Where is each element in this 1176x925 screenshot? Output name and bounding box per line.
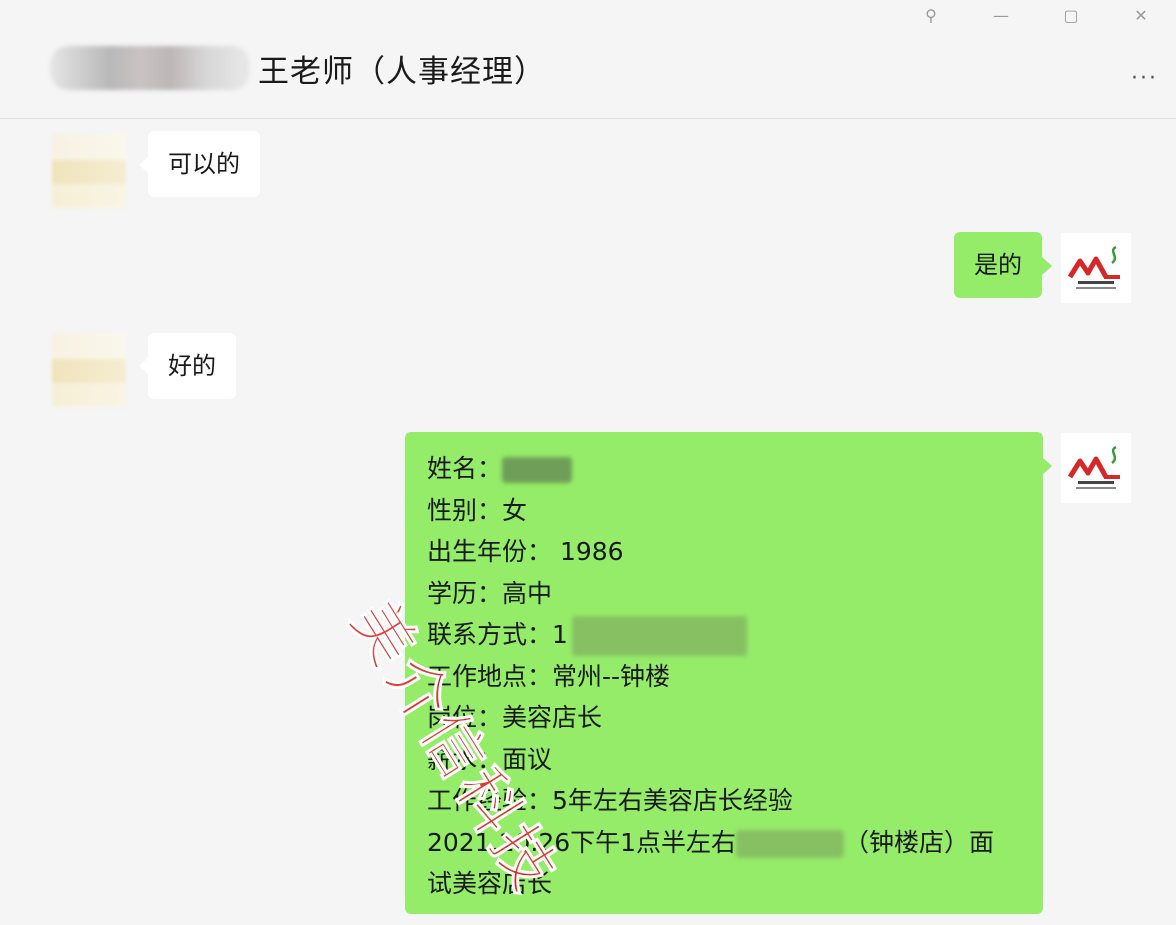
interview-text: 试美容店长	[427, 869, 553, 898]
my-avatar[interactable]	[1061, 233, 1131, 303]
interview-text: 2021.10.26下午1点半左右	[427, 827, 737, 857]
redacted-store-name	[736, 829, 845, 858]
info-value: 5年左右美容店长经验	[552, 786, 793, 815]
info-label: 薪水：	[427, 744, 503, 774]
info-line-name: 姓名：	[427, 448, 1023, 490]
message-bubble-outgoing[interactable]: 是的	[954, 232, 1042, 298]
info-label: 联系方式：	[427, 620, 553, 649]
info-value: 美容店长	[502, 703, 603, 732]
info-value: 面议	[502, 744, 553, 774]
info-line-salary: 薪水：面议	[427, 739, 1023, 781]
info-line-gender: 性别：女	[427, 490, 1023, 532]
company-logo-icon	[1067, 445, 1120, 489]
bubble-tail	[1042, 457, 1052, 475]
message-bubble-incoming[interactable]: 可以的	[148, 131, 260, 197]
info-line-birth-year: 出生年份： 1986	[427, 531, 1023, 573]
info-line-position: 岗位：美容店长	[427, 697, 1023, 739]
message-bubble-incoming[interactable]: 好的	[148, 333, 236, 399]
chat-title-text: 王老师（人事经理）	[258, 53, 546, 90]
chat-window: ⚲ — ▢ ✕ 王老师（人事经理） ··· 可以的 是的 好的 姓名： 性别：女…	[0, 0, 1176, 925]
minimize-icon[interactable]: —	[966, 0, 1036, 30]
interview-text: （钟楼店）面	[844, 827, 995, 857]
info-line-interview-cont: 试美容店长	[427, 863, 1023, 905]
info-value: 1	[552, 620, 568, 649]
info-value: 常州--钟楼	[552, 661, 671, 691]
more-options-icon[interactable]: ···	[1131, 66, 1158, 91]
redacted-group-name	[50, 46, 250, 90]
info-value: 1986	[552, 537, 624, 566]
candidate-info-card[interactable]: 姓名： 性别：女 出生年份： 1986 学历：高中 联系方式：1 工作地点：常州…	[405, 432, 1043, 914]
company-logo-icon	[1067, 245, 1120, 289]
bubble-tail	[1042, 257, 1052, 275]
chat-title: 王老师（人事经理）	[50, 40, 546, 96]
info-line-education: 学历：高中	[427, 573, 1023, 615]
maximize-icon[interactable]: ▢	[1036, 0, 1106, 30]
redacted-name	[502, 457, 573, 483]
info-label: 性别：	[427, 495, 503, 525]
info-line-interview: 2021.10.26下午1点半左右 （钟楼店）面	[427, 822, 1023, 864]
contact-avatar[interactable]	[52, 134, 126, 208]
pin-icon[interactable]: ⚲	[896, 0, 966, 30]
info-label: 工作经验：	[427, 786, 553, 815]
my-avatar[interactable]	[1061, 433, 1131, 503]
info-line-location: 工作地点：常州--钟楼	[427, 656, 1023, 698]
info-value: 高中	[502, 578, 553, 608]
info-label: 学历：	[427, 578, 503, 608]
chat-header: ⚲ — ▢ ✕ 王老师（人事经理） ···	[0, 0, 1176, 119]
redacted-phone	[571, 616, 747, 656]
info-label: 出生年份：	[427, 537, 553, 566]
info-label: 工作地点：	[427, 661, 553, 691]
info-line-contact: 联系方式：1	[427, 614, 1023, 656]
close-icon[interactable]: ✕	[1106, 0, 1176, 30]
contact-avatar[interactable]	[52, 333, 126, 407]
info-value: 女	[502, 495, 528, 525]
info-label: 姓名：	[427, 454, 503, 483]
window-controls: ⚲ — ▢ ✕	[896, 0, 1176, 30]
info-label: 岗位：	[427, 703, 503, 732]
info-line-experience: 工作经验：5年左右美容店长经验	[427, 780, 1023, 822]
